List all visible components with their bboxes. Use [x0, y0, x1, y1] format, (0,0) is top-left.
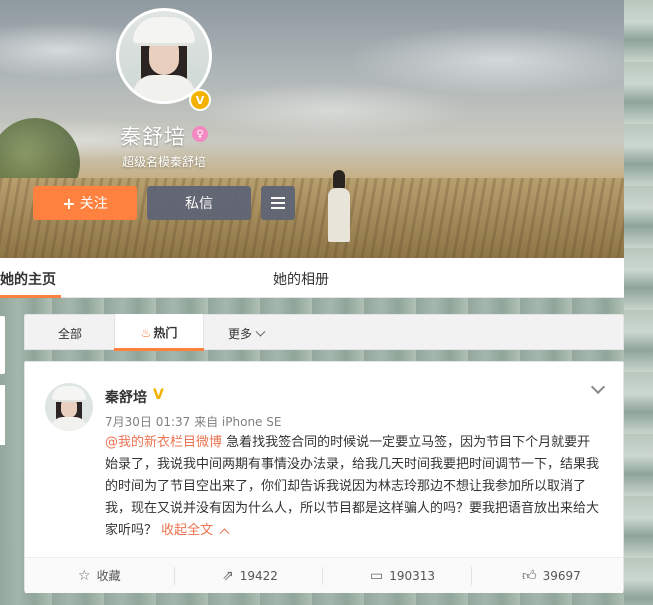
follow-label: 关注 — [79, 196, 108, 212]
post-meta: 7月30日 01:37 来自 iPhone SE — [105, 415, 282, 429]
filter-hot-label: 热门 — [153, 326, 178, 340]
post-body: @我的新衣栏目微博 急着找我签合同的时候说一定要立马签，因为节目下个月就要开始录… — [105, 432, 600, 542]
plus-icon: + — [62, 193, 76, 213]
verified-v-icon: V — [153, 387, 164, 403]
chevron-up-icon — [219, 528, 230, 539]
tab-album[interactable]: 她的相册 — [273, 269, 329, 289]
post-action-bar: ☆ 收藏 ⇗ 19422 ▭ 190313 👍︎ 39697 — [25, 557, 623, 593]
follow-button[interactable]: + 关注 — [33, 186, 137, 220]
filter-more-label: 更多 — [228, 327, 253, 341]
thumbs-up-icon: 👍︎ — [522, 568, 537, 584]
favorite-button[interactable]: ☆ 收藏 — [78, 558, 121, 593]
menu-icon — [271, 197, 285, 199]
message-button[interactable]: 私信 — [147, 186, 251, 220]
page-background-strip — [624, 0, 653, 605]
star-icon: ☆ — [78, 567, 91, 584]
favorite-label: 收藏 — [96, 569, 121, 583]
action-divider — [471, 567, 472, 585]
profile-tab-bar: 她的主页 她的相册 — [0, 258, 624, 298]
filter-hot[interactable]: ♨ 热门 — [114, 314, 204, 351]
filter-active-indicator — [114, 348, 204, 351]
like-count: 39697 — [542, 568, 581, 583]
collapse-text-link[interactable]: 收起全文 — [161, 523, 213, 538]
like-button[interactable]: 👍︎ 39697 — [522, 558, 581, 593]
tab-home[interactable]: 她的主页 — [0, 269, 56, 289]
comment-icon: ▭ — [370, 567, 384, 584]
post-author-name[interactable]: 秦舒培 — [105, 387, 147, 407]
repost-icon: ⇗ — [222, 567, 234, 584]
left-panel-edge — [0, 385, 5, 445]
comment-button[interactable]: ▭ 190313 — [370, 558, 435, 593]
message-label: 私信 — [185, 196, 213, 212]
profile-cover: V 秦舒培 ♀ 超级名模秦舒培 + 关注 私信 — [0, 0, 624, 258]
flame-icon: ♨ — [140, 325, 152, 340]
mention-link[interactable]: @我的新衣栏目微博 — [105, 435, 222, 450]
female-icon: ♀ — [192, 126, 208, 142]
cover-clouds — [0, 0, 624, 170]
profile-bio: 超级名模秦舒培 — [122, 155, 207, 169]
left-panel-edge — [0, 316, 5, 374]
repost-count: 19422 — [239, 568, 278, 583]
tab-active-indicator — [0, 295, 61, 298]
post-author-avatar[interactable] — [45, 383, 93, 431]
weibo-post-card: 秦舒培 V 7月30日 01:37 来自 iPhone SE @我的新衣栏目微博… — [24, 361, 624, 593]
chevron-down-icon — [255, 326, 266, 337]
post-options-chevron-icon[interactable] — [590, 379, 606, 395]
comment-count: 190313 — [389, 568, 436, 583]
more-menu-button[interactable] — [261, 186, 295, 220]
filter-all[interactable]: 全部 — [58, 325, 82, 342]
action-divider — [322, 567, 323, 585]
cover-person-figure — [328, 170, 350, 242]
feed-filter-bar: 全部 ♨ 热门 更多 — [24, 314, 624, 351]
filter-more-dropdown[interactable]: 更多 — [228, 325, 266, 342]
action-divider — [174, 567, 175, 585]
profile-name: 秦舒培 — [120, 125, 186, 149]
repost-button[interactable]: ⇗ 19422 — [222, 558, 278, 593]
